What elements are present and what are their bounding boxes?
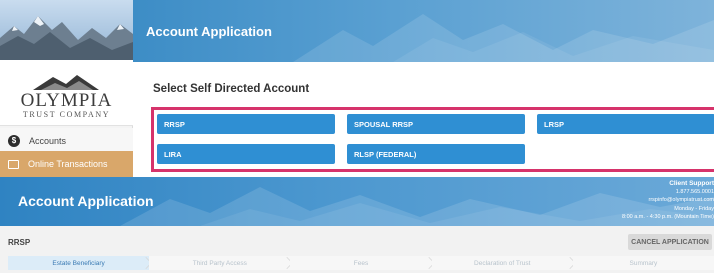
- page-title: Account Application: [146, 24, 272, 39]
- account-type-label: RRSP: [8, 238, 31, 247]
- account-options-highlight: RRSP SPOUSAL RRSP LRSP LIRA RLSP (FEDERA…: [151, 107, 714, 172]
- step-fees[interactable]: Fees: [290, 256, 435, 270]
- step-declaration-of-trust[interactable]: Declaration of Trust: [431, 256, 576, 270]
- support-title: Client Support: [669, 180, 714, 187]
- sidebar-item-accounts[interactable]: $ Accounts: [0, 128, 133, 153]
- section-title: Select Self Directed Account: [153, 83, 310, 95]
- sidebar-item-label: Online Transactions: [28, 159, 108, 169]
- step-third-party-access[interactable]: Third Party Access: [149, 256, 294, 270]
- progress-steps: Estate Beneficiary Third Party Access Fe…: [8, 256, 714, 270]
- support-email[interactable]: rrspinfo@olympiatrust.com: [622, 196, 714, 204]
- account-button-lira[interactable]: LIRA: [157, 144, 335, 164]
- logo-subtitle: TRUST COMPANY: [22, 110, 111, 119]
- support-days: Monday - Friday: [674, 205, 714, 212]
- application-header: Account Application Client Support 1.877…: [0, 177, 714, 226]
- sidebar: OLYMPIA TRUST COMPANY $ Accounts Online …: [0, 0, 133, 177]
- account-button-spousal-rrsp[interactable]: SPOUSAL RRSP: [347, 114, 525, 134]
- step-label: Estate Beneficiary: [52, 259, 105, 267]
- step-label: Summary: [629, 259, 658, 267]
- application-subheader: RRSP CANCEL APPLICATION Estate Beneficia…: [0, 226, 714, 273]
- cancel-application-button[interactable]: CANCEL APPLICATION: [628, 234, 712, 250]
- logo-name: OLYMPIA: [20, 90, 113, 111]
- support-phone[interactable]: 1.877.565.0001: [622, 188, 714, 196]
- dollar-circle-icon: $: [8, 134, 20, 147]
- sidebar-item-online-transactions[interactable]: Online Transactions: [0, 151, 133, 177]
- step-label: Third Party Access: [192, 259, 247, 267]
- portal-screenshot: OLYMPIA TRUST COMPANY $ Accounts Online …: [0, 0, 714, 177]
- mountain-banner-image: [0, 0, 133, 60]
- monitor-icon: [8, 159, 19, 169]
- page-title: Account Application: [18, 193, 154, 209]
- account-select-panel: Select Self Directed Account RRSP SPOUSA…: [133, 62, 714, 177]
- support-hours: 8:00 a.m. - 4:30 p.m. (Mountain Time): [621, 213, 714, 220]
- step-estate-beneficiary[interactable]: Estate Beneficiary: [8, 256, 153, 270]
- sidebar-item-label: Accounts: [29, 135, 67, 146]
- step-label: Fees: [353, 259, 369, 267]
- portal-header: Account Application: [133, 0, 714, 62]
- client-support-info: Client Support 1.877.565.0001 rrspinfo@o…: [622, 180, 714, 221]
- logo-mountain-icon: [33, 75, 99, 90]
- account-button-rrsp[interactable]: RRSP: [157, 114, 335, 134]
- olympia-logo[interactable]: OLYMPIA TRUST COMPANY: [0, 60, 133, 126]
- step-summary[interactable]: Summary: [572, 256, 714, 270]
- step-label: Declaration of Trust: [474, 259, 531, 267]
- account-button-lrsp[interactable]: LRSP: [537, 114, 714, 134]
- account-button-rlsp-federal[interactable]: RLSP (FEDERAL): [347, 144, 525, 164]
